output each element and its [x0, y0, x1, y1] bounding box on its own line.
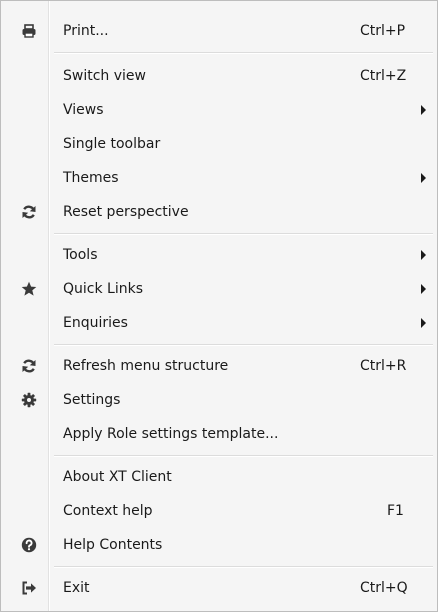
refresh-icon	[21, 358, 37, 374]
menu-item-quick-links[interactable]: Quick Links	[1, 272, 437, 306]
menu-item-single-toolbar[interactable]: Single toolbar	[1, 127, 437, 161]
menu-item-tools[interactable]: Tools	[1, 238, 437, 272]
menu-separator	[1, 451, 437, 460]
gear-icon	[21, 392, 37, 408]
menu-item-label: Exit	[63, 580, 90, 596]
question-circle-icon	[21, 537, 37, 553]
star-icon	[21, 281, 37, 297]
menu-item-print[interactable]: Print... Ctrl+P	[1, 14, 437, 48]
menu-item-label: Themes	[63, 170, 119, 186]
menu-item-shortcut: Ctrl+R	[360, 358, 407, 374]
menu-item-exit[interactable]: Exit Ctrl+Q	[1, 571, 437, 605]
menu-separator	[1, 340, 437, 349]
menu-item-refresh-menu-structure[interactable]: Refresh menu structure Ctrl+R	[1, 349, 437, 383]
submenu-arrow-icon	[421, 318, 426, 328]
menu-item-themes[interactable]: Themes	[1, 161, 437, 195]
menu-item-reset-perspective[interactable]: Reset perspective	[1, 195, 437, 229]
menu-item-label: Refresh menu structure	[63, 358, 229, 374]
menu-item-about[interactable]: About XT Client	[1, 460, 437, 494]
menu-item-label: Quick Links	[63, 281, 144, 297]
menu-item-label: Reset perspective	[63, 204, 189, 220]
menu-item-views[interactable]: Views	[1, 93, 437, 127]
menu-item-shortcut: F1	[387, 503, 404, 519]
menu-item-label: Apply Role settings template...	[63, 426, 279, 442]
menu-item-label: Switch view	[63, 68, 146, 84]
menu-separator	[1, 229, 437, 238]
context-menu: Print... Ctrl+P Switch view Ctrl+Z Views…	[0, 0, 438, 612]
menu-separator	[1, 48, 437, 59]
menu-item-settings[interactable]: Settings	[1, 383, 437, 417]
refresh-icon	[21, 204, 37, 220]
sign-out-icon	[21, 580, 37, 596]
menu-item-shortcut: Ctrl+P	[360, 23, 406, 39]
menu-item-label: Help Contents	[63, 537, 163, 553]
menu-item-help-contents[interactable]: Help Contents	[1, 528, 437, 562]
submenu-arrow-icon	[421, 284, 426, 294]
menu-item-label: Single toolbar	[63, 136, 161, 152]
menu-separator	[1, 562, 437, 571]
menu-item-context-help[interactable]: Context help F1	[1, 494, 437, 528]
submenu-arrow-icon	[421, 250, 426, 260]
menu-item-enquiries[interactable]: Enquiries	[1, 306, 437, 340]
menu-item-switch-view[interactable]: Switch view Ctrl+Z	[1, 59, 437, 93]
menu-item-label: Context help	[63, 503, 153, 519]
menu-item-label: About XT Client	[63, 469, 172, 485]
printer-icon	[21, 23, 37, 39]
menu-item-label: Tools	[63, 247, 98, 263]
menu-item-shortcut: Ctrl+Z	[360, 68, 407, 84]
menu-item-apply-role-settings-template[interactable]: Apply Role settings template...	[1, 417, 437, 451]
menu-item-label: Enquiries	[63, 315, 128, 331]
menu-item-shortcut: Ctrl+Q	[360, 580, 408, 596]
submenu-arrow-icon	[421, 173, 426, 183]
menu-item-label: Print...	[63, 23, 109, 39]
menu-item-label: Views	[63, 102, 104, 118]
menu-item-label: Settings	[63, 392, 121, 408]
submenu-arrow-icon	[421, 105, 426, 115]
